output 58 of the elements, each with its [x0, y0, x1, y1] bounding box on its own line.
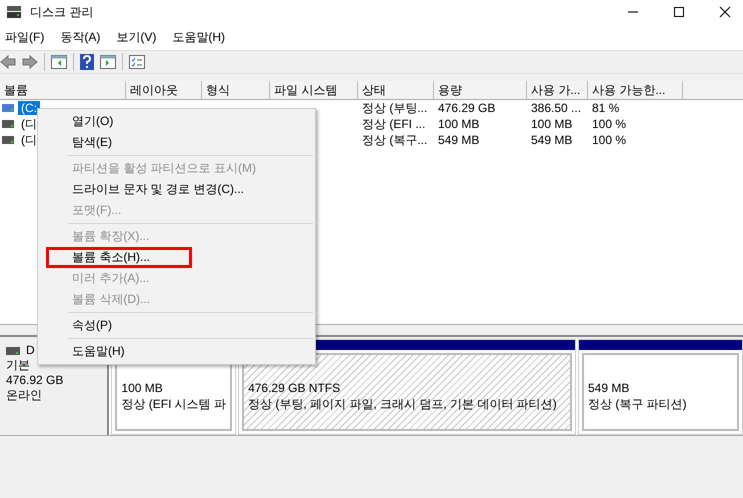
- volume-name[interactable]: (디: [18, 116, 40, 132]
- disk-name: D: [26, 343, 35, 358]
- drive-icon: [2, 120, 14, 128]
- menu-item[interactable]: 동작(A): [59, 26, 102, 48]
- maximize-button[interactable]: [673, 6, 685, 18]
- column-header[interactable]: 용량: [434, 81, 527, 99]
- menu-item[interactable]: 속성(P): [38, 315, 315, 336]
- partition-block[interactable]: 476.29 GB NTFS 정상 (부팅, 페이지 파일, 크래시 덤프, 기본 데이터 파티션): [238, 339, 576, 435]
- drive-icon: [2, 136, 14, 144]
- back-arrow-icon[interactable]: [0, 55, 16, 69]
- column-header[interactable]: 파일 시스템: [270, 81, 358, 99]
- table-cell: 549 MB: [531, 133, 572, 147]
- menu-item[interactable]: 탐색(E): [38, 132, 315, 153]
- close-icon[interactable]: [719, 6, 731, 18]
- table-cell: 100 %: [592, 133, 626, 147]
- drive-icon: [2, 104, 14, 112]
- table-cell: 100 MB: [438, 117, 480, 131]
- partition-size: 549 MB: [588, 380, 630, 396]
- column-header[interactable]: 사용 가능한...: [588, 81, 683, 99]
- table-cell: 476.29 GB: [438, 101, 496, 115]
- partition-block[interactable]: 549 MB 정상 (복구 파티션): [578, 339, 743, 435]
- panel-icon[interactable]: [51, 55, 67, 69]
- volume-name[interactable]: (C:: [18, 101, 40, 115]
- disk-icon: [6, 5, 22, 19]
- column-header[interactable]: 형식: [202, 81, 270, 99]
- table-cell: 100 MB: [531, 117, 572, 131]
- menu-item[interactable]: 보기(V): [115, 26, 158, 48]
- table-cell: 100 %: [592, 117, 626, 131]
- menu-item[interactable]: 파일(F): [4, 26, 46, 48]
- menu-item[interactable]: 도움말(H): [171, 26, 226, 48]
- drive-icon: [6, 346, 20, 354]
- volume-name[interactable]: (디: [18, 132, 40, 148]
- menu-item[interactable]: 열기(O): [38, 111, 315, 132]
- disk-size: 476.92 GB: [6, 373, 64, 388]
- table-cell: 정상 (EFI ...: [362, 116, 426, 132]
- partition-size: 100 MB: [121, 380, 164, 396]
- panel-icon[interactable]: [100, 55, 116, 69]
- column-header[interactable]: 상태: [358, 81, 434, 99]
- window-title: 디스크 관리: [30, 4, 94, 20]
- column-header[interactable]: 사용 가...: [527, 81, 588, 99]
- help-icon[interactable]: [80, 54, 94, 70]
- partition-size: 476.29 GB NTFS: [248, 380, 342, 396]
- menu-item[interactable]: 볼륨 축소(H)...: [46, 247, 192, 268]
- table-cell: 81 %: [592, 101, 620, 115]
- partition-status: 정상 (EFI 시스템 파: [121, 396, 226, 412]
- forward-arrow-icon[interactable]: [22, 55, 38, 69]
- column-header[interactable]: 레이아웃: [126, 81, 202, 99]
- partition-status: 정상 (복구 파티션): [588, 396, 688, 412]
- disk-status: 온라인: [6, 388, 43, 403]
- column-header[interactable]: 볼륨: [0, 81, 126, 99]
- menu-item[interactable]: 드라이브 문자 및 경로 변경(C)...: [38, 179, 315, 200]
- checklist-icon[interactable]: [129, 55, 145, 69]
- table-cell: 정상 (복구...: [362, 132, 428, 148]
- table-cell: 549 MB: [438, 133, 480, 147]
- table-cell: 정상 (부팅...: [362, 100, 428, 116]
- disk-type: 기본: [6, 358, 31, 373]
- partition-status: 정상 (부팅, 페이지 파일, 크래시 덤프, 기본 데이터 파티션): [248, 396, 558, 412]
- table-cell: 386.50 ...: [531, 101, 582, 115]
